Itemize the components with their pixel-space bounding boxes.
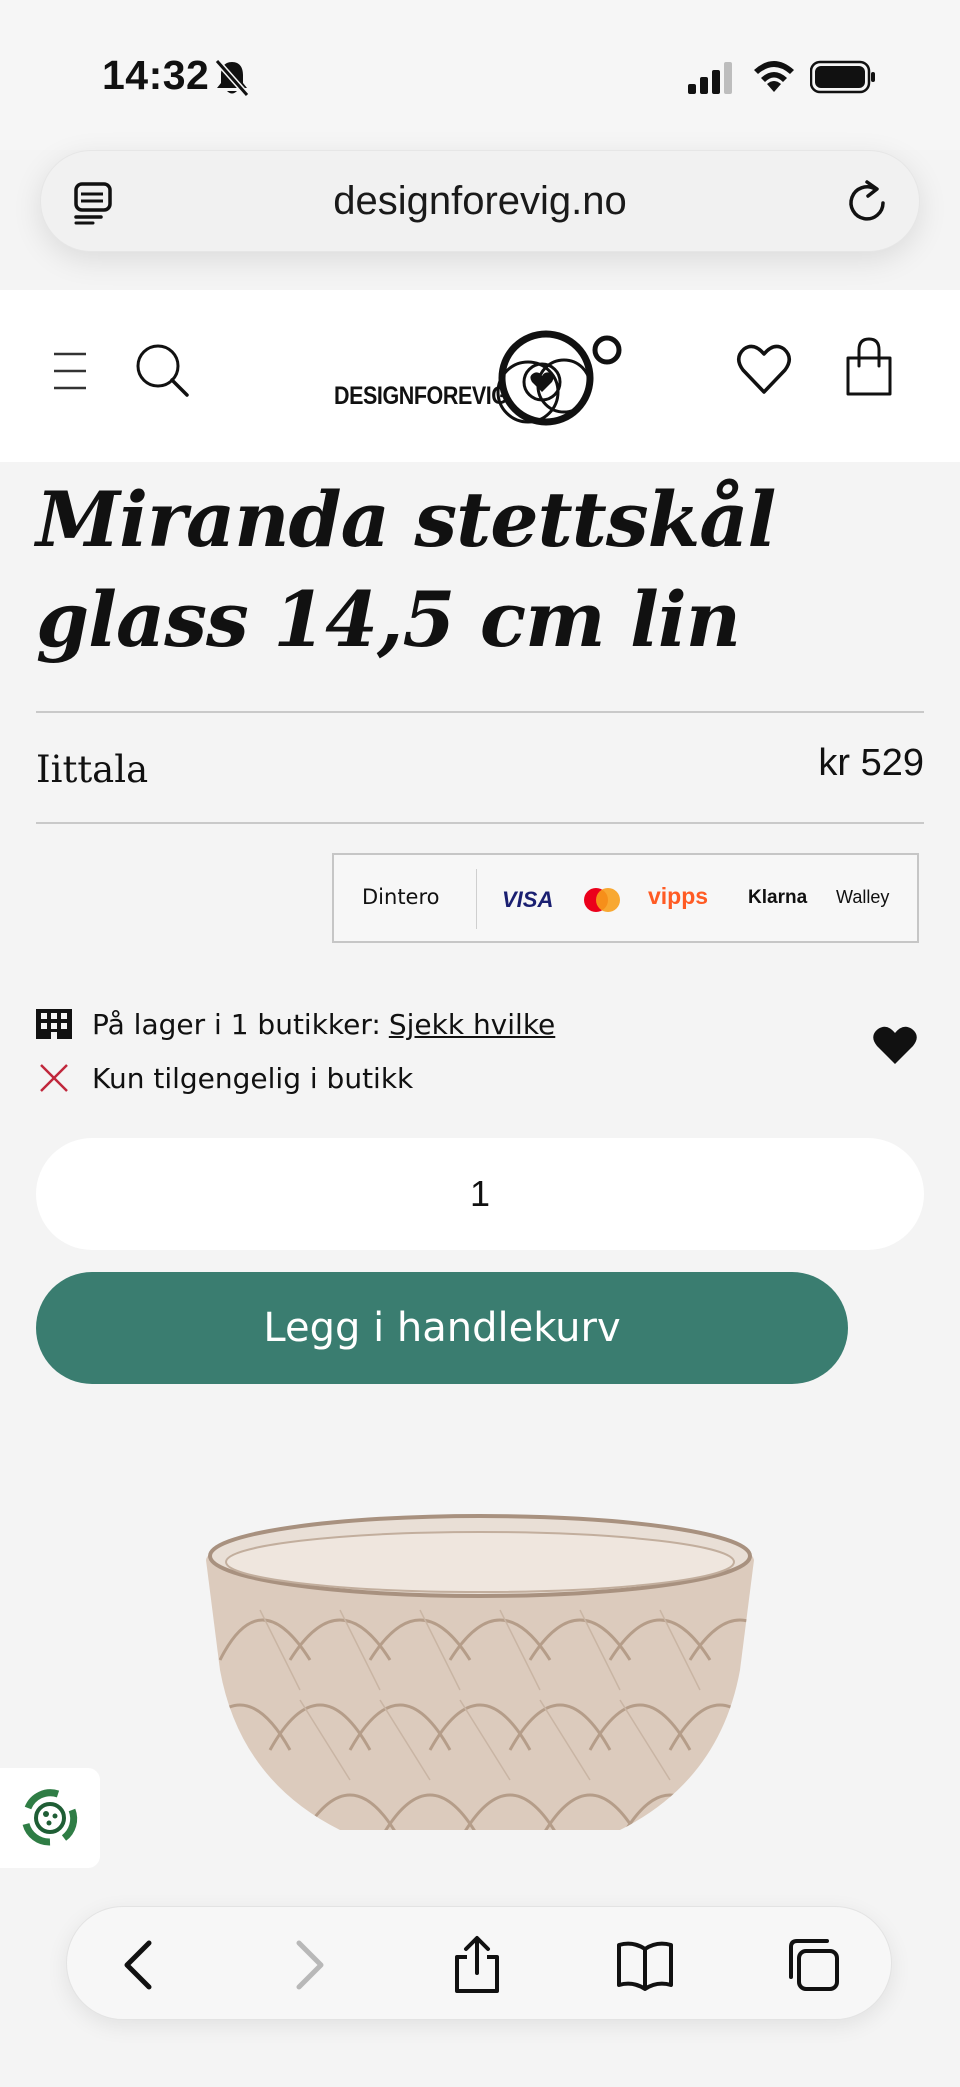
tabs-icon[interactable] — [783, 1935, 843, 1995]
divider — [36, 822, 924, 824]
logo-text: DESIGNFOREVIG — [334, 382, 508, 410]
site-logo[interactable]: DESIGNFOREVIG — [334, 318, 624, 430]
wifi-icon — [754, 61, 794, 92]
product-title: Miranda stettskål glass 14,5 cm lin — [36, 475, 776, 664]
mastercard-icon — [584, 888, 620, 912]
payment-walley: Walley — [836, 887, 890, 907]
bookmarks-icon[interactable] — [615, 1935, 675, 1995]
payment-dintero: Dintero — [362, 885, 440, 909]
back-icon[interactable] — [111, 1935, 171, 1995]
search-icon[interactable] — [134, 342, 190, 398]
divider — [36, 711, 924, 713]
reload-icon[interactable] — [845, 179, 889, 225]
product-image — [206, 1514, 754, 1830]
bell-slash-icon — [214, 59, 250, 97]
quantity-input[interactable]: 1 — [36, 1138, 924, 1250]
cellular-signal-icon — [688, 62, 732, 94]
recycle-icon — [22, 1789, 78, 1846]
site-header: DESIGNFOREVIG — [0, 290, 960, 462]
url-text[interactable]: designforevig.no — [41, 179, 919, 224]
logo-circles-icon — [496, 330, 622, 426]
status-bar: 14:32 — [0, 0, 960, 150]
stock-text: På lager i 1 butikker: — [92, 1007, 381, 1041]
add-to-wishlist-heart-icon[interactable] — [872, 1024, 918, 1066]
availability-status: Kun tilgengelig i butikk — [36, 1058, 413, 1098]
payment-visa: VISA — [502, 887, 554, 912]
browser-toolbar — [66, 1906, 892, 2020]
product-price: kr 529 — [818, 742, 924, 784]
forward-icon[interactable] — [277, 1935, 337, 1995]
wishlist-heart-icon[interactable] — [736, 342, 792, 396]
cross-icon — [40, 1064, 68, 1092]
share-icon[interactable] — [447, 1935, 507, 1995]
eco-badge[interactable] — [0, 1768, 100, 1868]
menu-icon[interactable] — [52, 350, 88, 392]
store-building-icon — [36, 1009, 72, 1039]
payment-methods: Dintero VISA vipps Klarna Walley — [332, 853, 919, 943]
add-to-cart-button[interactable]: Legg i handlekurv — [36, 1272, 848, 1384]
battery-icon — [810, 60, 875, 94]
availability-text: Kun tilgengelig i butikk — [92, 1061, 414, 1095]
stock-status: På lager i 1 butikker: Sjekk hvilke — [36, 1004, 555, 1044]
shopping-bag-icon[interactable] — [844, 336, 894, 398]
payment-klarna: Klarna — [748, 887, 808, 908]
product-brand: Iittala — [36, 748, 149, 791]
check-stores-link[interactable]: Sjekk hvilke — [389, 1008, 555, 1041]
url-bar[interactable]: designforevig.no — [40, 150, 920, 252]
payment-separator — [476, 869, 477, 929]
status-time: 14:32 — [102, 52, 210, 98]
payment-vipps: vipps — [648, 883, 709, 909]
